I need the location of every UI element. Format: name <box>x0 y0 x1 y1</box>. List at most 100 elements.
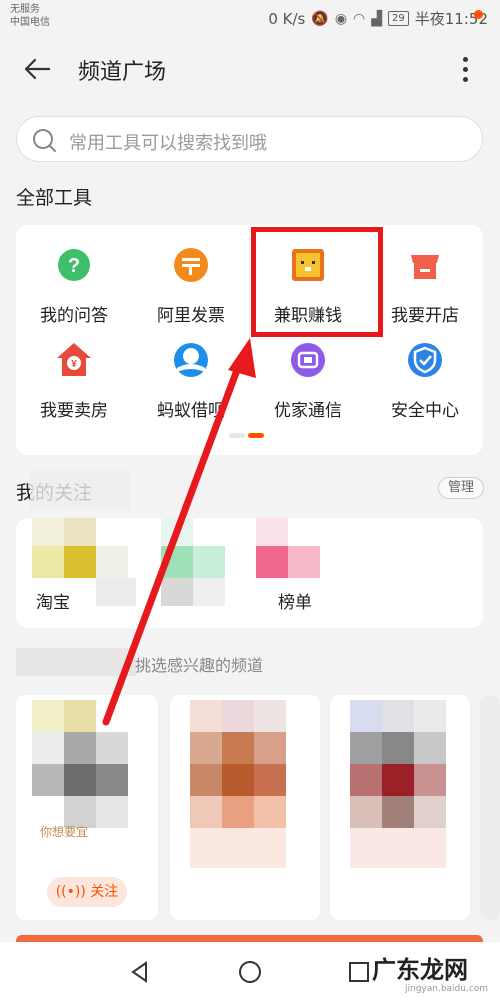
question-icon: ? <box>58 249 90 281</box>
eye-icon: ◉ <box>334 10 348 27</box>
status-right: 0 K/s 🔕 ◉ ◠ ▟ 29 半夜11:52 <box>268 8 488 29</box>
watermark-sub: jingyan.baidu.com <box>405 984 489 994</box>
search-input[interactable]: 常用工具可以搜索找到哦 <box>16 116 483 162</box>
blur-patch <box>32 546 64 578</box>
page-title: 频道广场 <box>78 60 167 85</box>
more-menu-icon[interactable] <box>455 52 477 86</box>
watermark-text: 广东龙网 <box>372 956 468 984</box>
nav-home-icon[interactable] <box>238 960 262 984</box>
notification-dot <box>474 10 483 19</box>
highlight-box <box>251 227 383 337</box>
tool-label: 蚂蚁借呗 <box>157 401 225 421</box>
tool-label: 阿里发票 <box>157 306 225 326</box>
carrier-line2: 中国电信 <box>10 17 50 28</box>
blur-patch <box>190 796 222 828</box>
blur-patch <box>350 764 382 796</box>
search-placeholder: 常用工具可以搜索找到哦 <box>69 133 267 154</box>
blur-patch <box>382 700 414 732</box>
blur-patch <box>254 796 286 828</box>
blur-patch <box>161 518 193 546</box>
tool-my-qa[interactable]: ? 我的问答 <box>16 245 132 345</box>
recommend-card-desc: 你想要宜 <box>40 825 89 839</box>
recommend-card-peek <box>480 695 500 920</box>
blur-patch <box>256 518 288 546</box>
house-icon: ¥ <box>57 343 91 376</box>
blur-patch <box>64 764 96 796</box>
nav-recent-icon[interactable] <box>348 961 370 983</box>
blur-patch <box>193 546 225 578</box>
broadcast-icon: ((•)) <box>55 884 86 900</box>
search-icon <box>33 129 56 152</box>
tools-section-title: 全部工具 <box>16 187 93 209</box>
follow-item-label[interactable]: 淘宝 <box>36 588 70 613</box>
blur-patch <box>414 732 446 764</box>
blur-patch <box>32 732 64 764</box>
carrier-line1: 无服务 <box>10 4 40 15</box>
tool-label: 我的问答 <box>40 306 108 326</box>
blur-patch <box>64 546 96 578</box>
follow-item-label[interactable]: 榜单 <box>278 588 312 613</box>
svg-text:¥: ¥ <box>71 359 77 370</box>
blur-patch <box>222 700 254 732</box>
svg-text:?: ? <box>68 255 80 277</box>
blur-patch <box>190 732 222 764</box>
net-speed: 0 K/s <box>268 9 306 28</box>
wifi-icon: ◠ <box>353 10 366 27</box>
blur-patch <box>350 700 382 732</box>
blur-patch <box>254 700 286 732</box>
ticket-icon <box>174 248 208 282</box>
blur-patch <box>32 518 64 546</box>
blur-patch <box>96 578 136 606</box>
blur-patch <box>256 546 288 578</box>
tool-label: 安全中心 <box>391 401 459 421</box>
blur-patch <box>222 732 254 764</box>
blur-patch <box>96 732 128 764</box>
page-indicator-inactive <box>229 433 245 438</box>
blur-patch <box>222 796 254 828</box>
blur-patch <box>222 764 254 796</box>
blur-patch <box>254 764 286 796</box>
tool-security-center[interactable]: 安全中心 <box>367 340 483 440</box>
blur-patch <box>64 700 96 732</box>
top-bar: 频道广场 <box>0 34 500 102</box>
recommend-card[interactable] <box>170 695 320 920</box>
blur-patch <box>190 700 222 732</box>
blur-patch <box>193 578 225 606</box>
blur-patch <box>190 764 222 796</box>
manage-button[interactable]: 管理 <box>438 477 484 499</box>
tools-card: ? 我的问答 阿里发票 兼职赚钱 我要开店 ¥ 我要卖房 蚂蚁借呗 优家通信 安… <box>16 225 483 455</box>
blur-patch <box>350 732 382 764</box>
status-bar: 无服务 中国电信 0 K/s 🔕 ◉ ◠ ▟ 29 半夜11:52 <box>0 0 500 34</box>
ant-loan-icon <box>174 343 208 377</box>
blur-patch <box>190 828 286 868</box>
mute-icon: 🔕 <box>311 10 329 27</box>
blur-patch <box>64 518 96 546</box>
sim-card-icon <box>291 343 325 377</box>
back-arrow-icon[interactable] <box>22 54 52 84</box>
blur-patch <box>64 732 96 764</box>
blur-patch <box>32 764 64 796</box>
shield-icon <box>408 343 442 377</box>
nav-back-icon[interactable] <box>128 960 152 984</box>
carrier-info: 无服务 中国电信 <box>10 3 50 29</box>
tool-ant-loan[interactable]: 蚂蚁借呗 <box>133 340 249 440</box>
tool-sell-house[interactable]: ¥ 我要卖房 <box>16 340 132 440</box>
page-indicator-active <box>248 433 264 438</box>
tool-youjia-telecom[interactable]: 优家通信 <box>250 340 366 440</box>
follow-button-label: 关注 <box>90 884 119 900</box>
recommend-card[interactable] <box>330 695 470 920</box>
tool-label: 优家通信 <box>274 401 342 421</box>
blur-patch <box>254 732 286 764</box>
blur-patch <box>414 764 446 796</box>
battery-indicator: 29 <box>388 11 409 26</box>
blur-patch <box>414 796 446 828</box>
blur-patch <box>96 546 128 578</box>
store-icon <box>411 255 439 279</box>
tool-open-store[interactable]: 我要开店 <box>367 245 483 345</box>
blur-patch <box>161 578 193 606</box>
signal-icon: ▟ <box>371 10 383 27</box>
follow-button[interactable]: ((•)) 关注 <box>47 877 127 907</box>
tool-ali-invoice[interactable]: 阿里发票 <box>133 245 249 345</box>
blur-patch <box>350 796 382 828</box>
blur-patch <box>161 546 193 578</box>
